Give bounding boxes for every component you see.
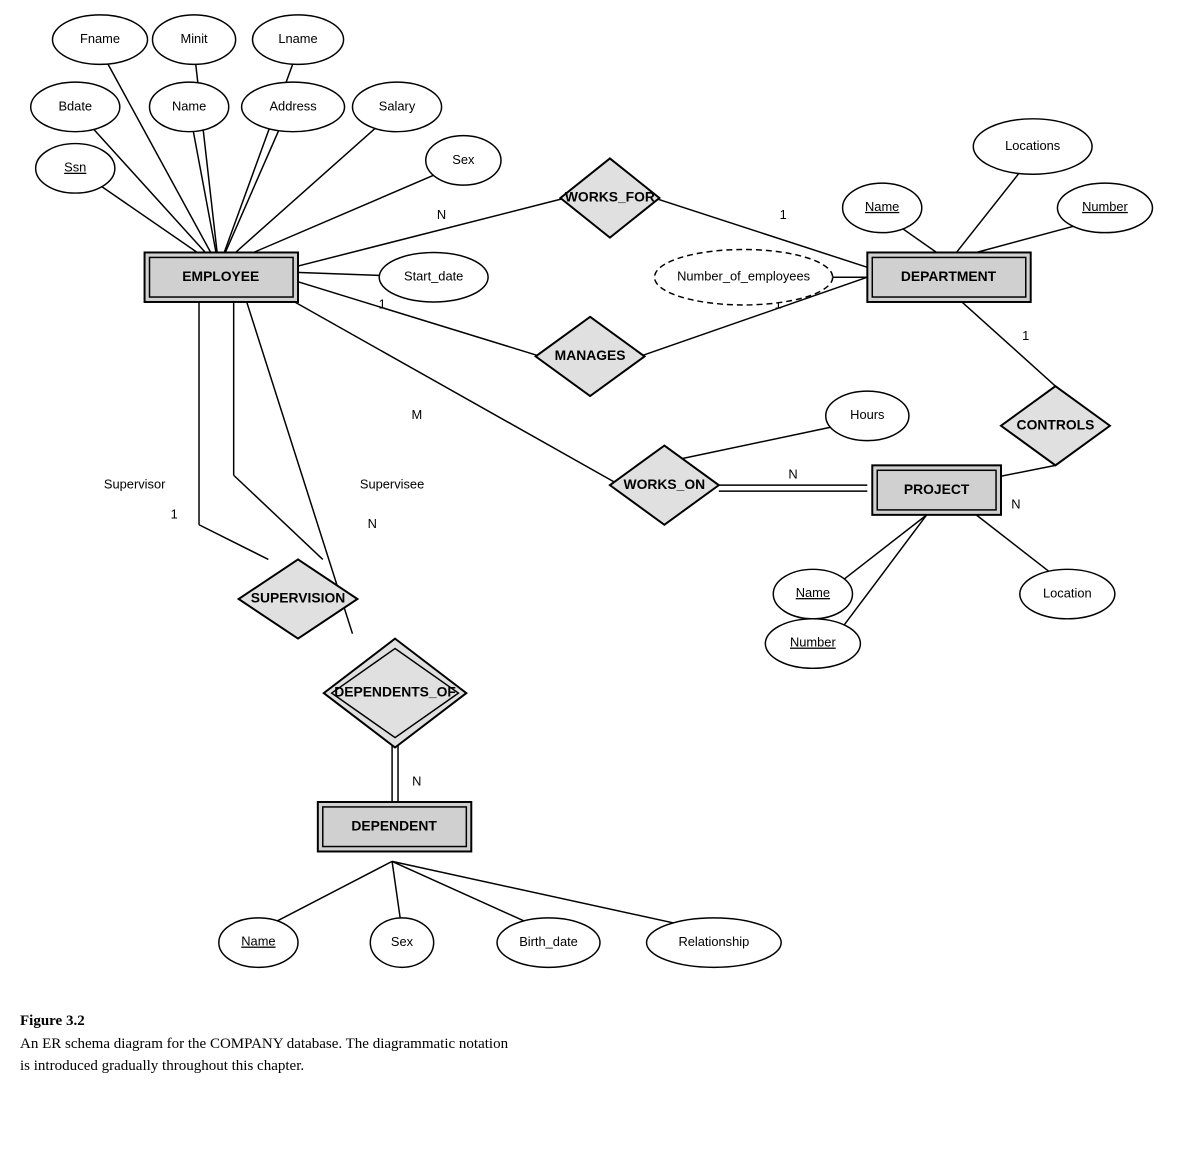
- supervision-label: SUPERVISION: [251, 590, 345, 606]
- department-label: DEPARTMENT: [901, 268, 997, 284]
- dependents-of-label: DEPENDENTS_OF: [334, 684, 456, 700]
- start-date-label: Start_date: [404, 269, 463, 284]
- num-employees-label: Number_of_employees: [677, 269, 810, 284]
- salary-label: Salary: [379, 98, 416, 113]
- svg-text:N: N: [437, 207, 446, 222]
- emp-name-label: Name: [172, 98, 206, 113]
- dep-name-label: Name: [241, 934, 275, 949]
- locations-label: Locations: [1005, 138, 1060, 153]
- birth-date-label: Birth_date: [519, 934, 578, 949]
- svg-text:N: N: [412, 774, 421, 789]
- proj-number-label: Number: [790, 635, 836, 650]
- address-label: Address: [269, 98, 316, 113]
- figure-caption: Figure 3.2 An ER schema diagram for the …: [20, 1010, 508, 1078]
- works-on-label: WORKS_ON: [624, 476, 706, 492]
- bdate-label: Bdate: [58, 98, 92, 113]
- project-label: PROJECT: [904, 481, 970, 497]
- employee-label: EMPLOYEE: [182, 268, 259, 284]
- fname-label: Fname: [80, 31, 120, 46]
- caption-line1: An ER schema diagram for the COMPANY dat…: [20, 1033, 508, 1056]
- lname-label: Lname: [278, 31, 317, 46]
- location-label: Location: [1043, 585, 1092, 600]
- dependent-label: DEPENDENT: [351, 817, 437, 833]
- minit-label: Minit: [180, 31, 208, 46]
- svg-text:N: N: [368, 516, 377, 531]
- ssn-label: Ssn: [64, 160, 86, 175]
- hours-label: Hours: [850, 407, 884, 422]
- emp-sex-label: Sex: [452, 152, 475, 167]
- svg-text:1: 1: [1022, 328, 1029, 343]
- works-for-label: WORKS_FOR: [565, 189, 655, 205]
- figure-title: Figure 3.2: [20, 1010, 508, 1033]
- dept-number-label: Number: [1082, 199, 1128, 214]
- svg-text:Supervisee: Supervisee: [360, 477, 424, 492]
- manages-label: MANAGES: [555, 347, 626, 363]
- svg-text:1: 1: [171, 506, 178, 521]
- caption-line2: is introduced gradually throughout this …: [20, 1055, 508, 1078]
- controls-label: CONTROLS: [1017, 416, 1095, 432]
- dep-sex-label: Sex: [391, 934, 414, 949]
- svg-text:M: M: [411, 407, 422, 422]
- relationship-label: Relationship: [678, 934, 749, 949]
- dept-name-label: Name: [865, 199, 899, 214]
- svg-text:N: N: [788, 467, 797, 482]
- svg-text:Supervisor: Supervisor: [104, 477, 166, 492]
- svg-text:1: 1: [780, 207, 787, 222]
- proj-name-label: Name: [796, 585, 830, 600]
- svg-text:1: 1: [379, 296, 386, 311]
- svg-text:N: N: [1011, 496, 1020, 511]
